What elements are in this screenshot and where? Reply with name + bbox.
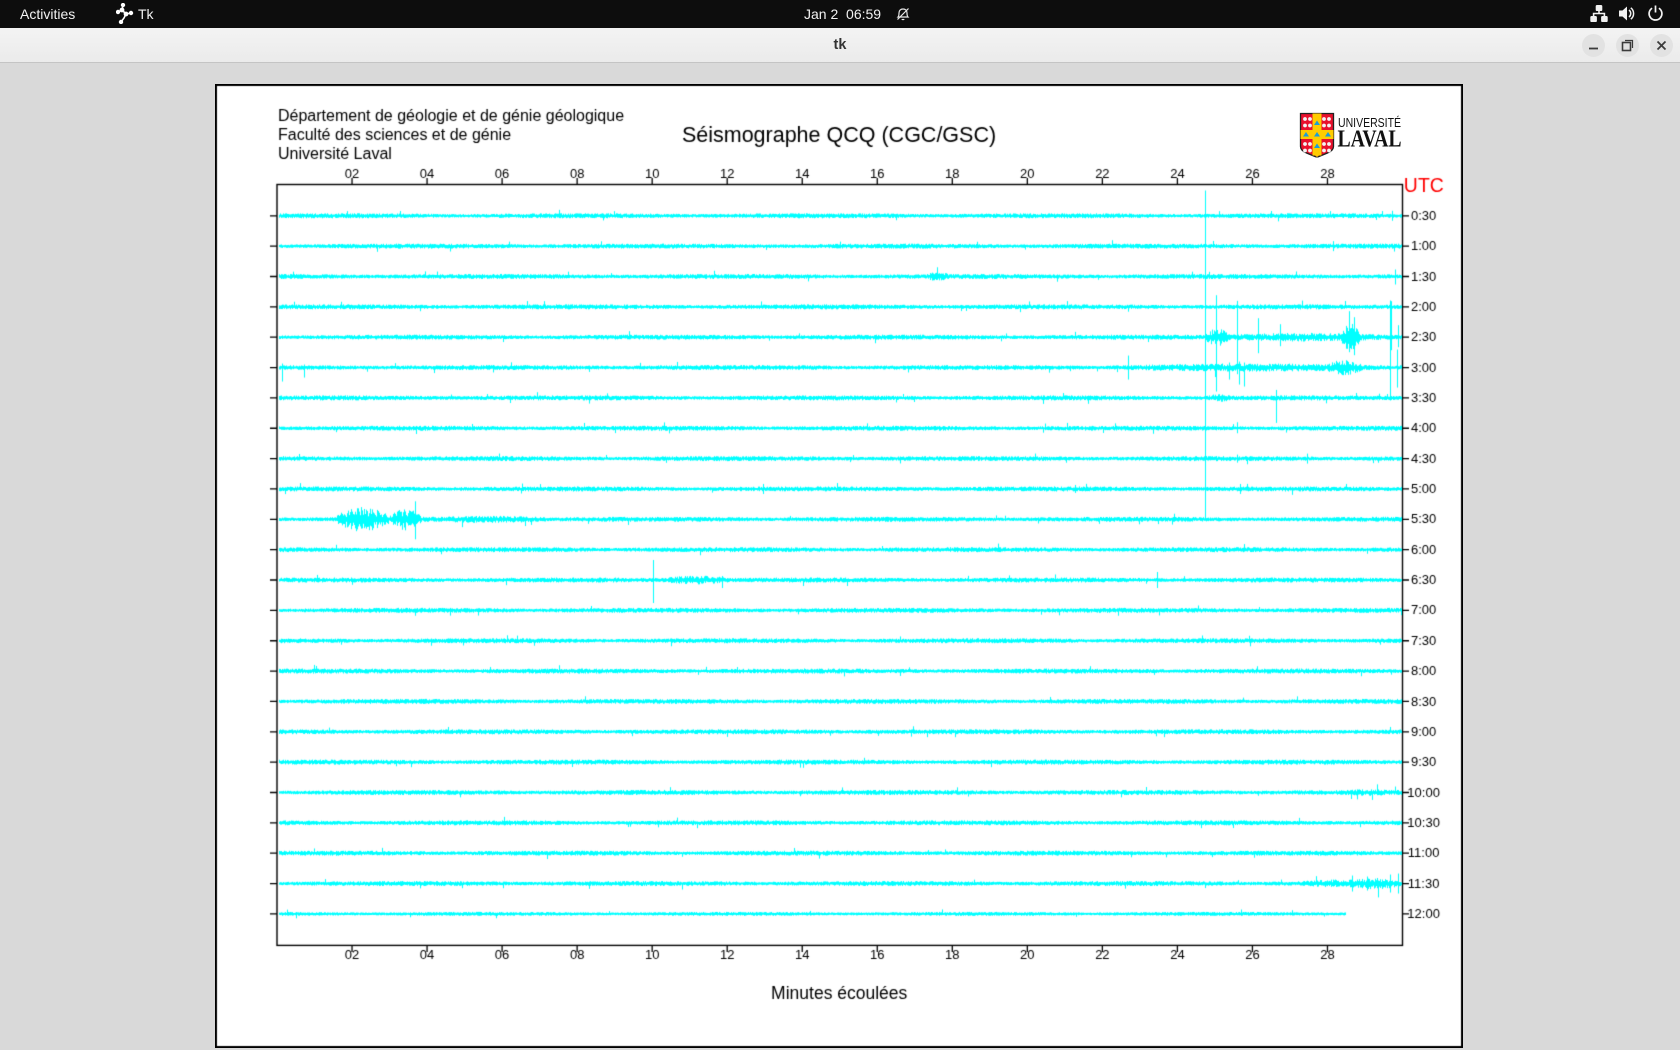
svg-text:LAVAL: LAVAL — [1338, 127, 1402, 153]
